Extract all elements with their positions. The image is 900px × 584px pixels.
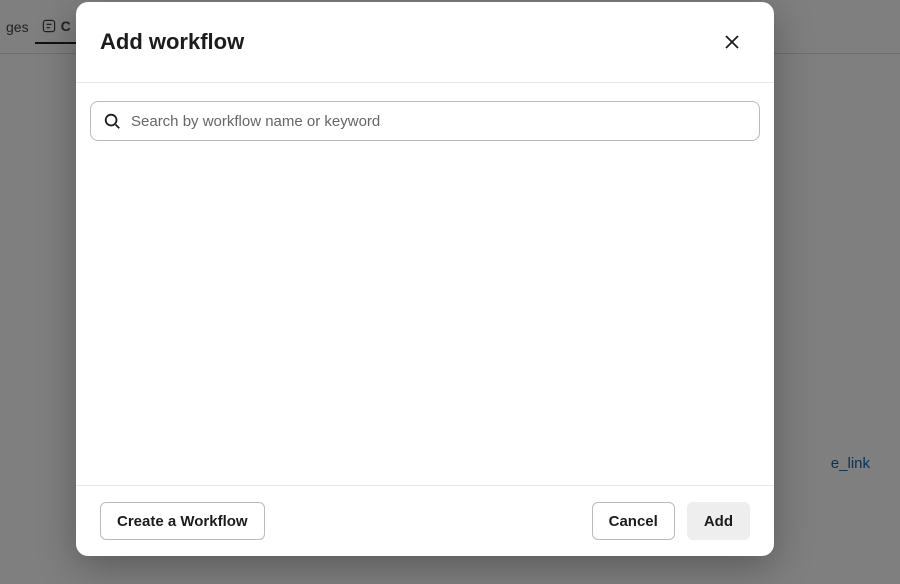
close-button[interactable] [714, 24, 750, 60]
cancel-button[interactable]: Cancel [592, 502, 675, 540]
footer-right-group: Cancel Add [592, 502, 750, 540]
close-icon [722, 32, 742, 52]
search-field-wrapper[interactable] [90, 101, 760, 141]
modal-header: Add workflow [76, 2, 774, 83]
modal-body [76, 83, 774, 485]
add-button[interactable]: Add [687, 502, 750, 540]
add-workflow-modal: Add workflow Create a Workflow Cancel Ad… [76, 2, 774, 556]
search-icon [103, 112, 121, 130]
modal-footer: Create a Workflow Cancel Add [76, 485, 774, 556]
modal-title: Add workflow [100, 29, 244, 55]
create-workflow-button[interactable]: Create a Workflow [100, 502, 265, 540]
search-input[interactable] [131, 113, 747, 130]
